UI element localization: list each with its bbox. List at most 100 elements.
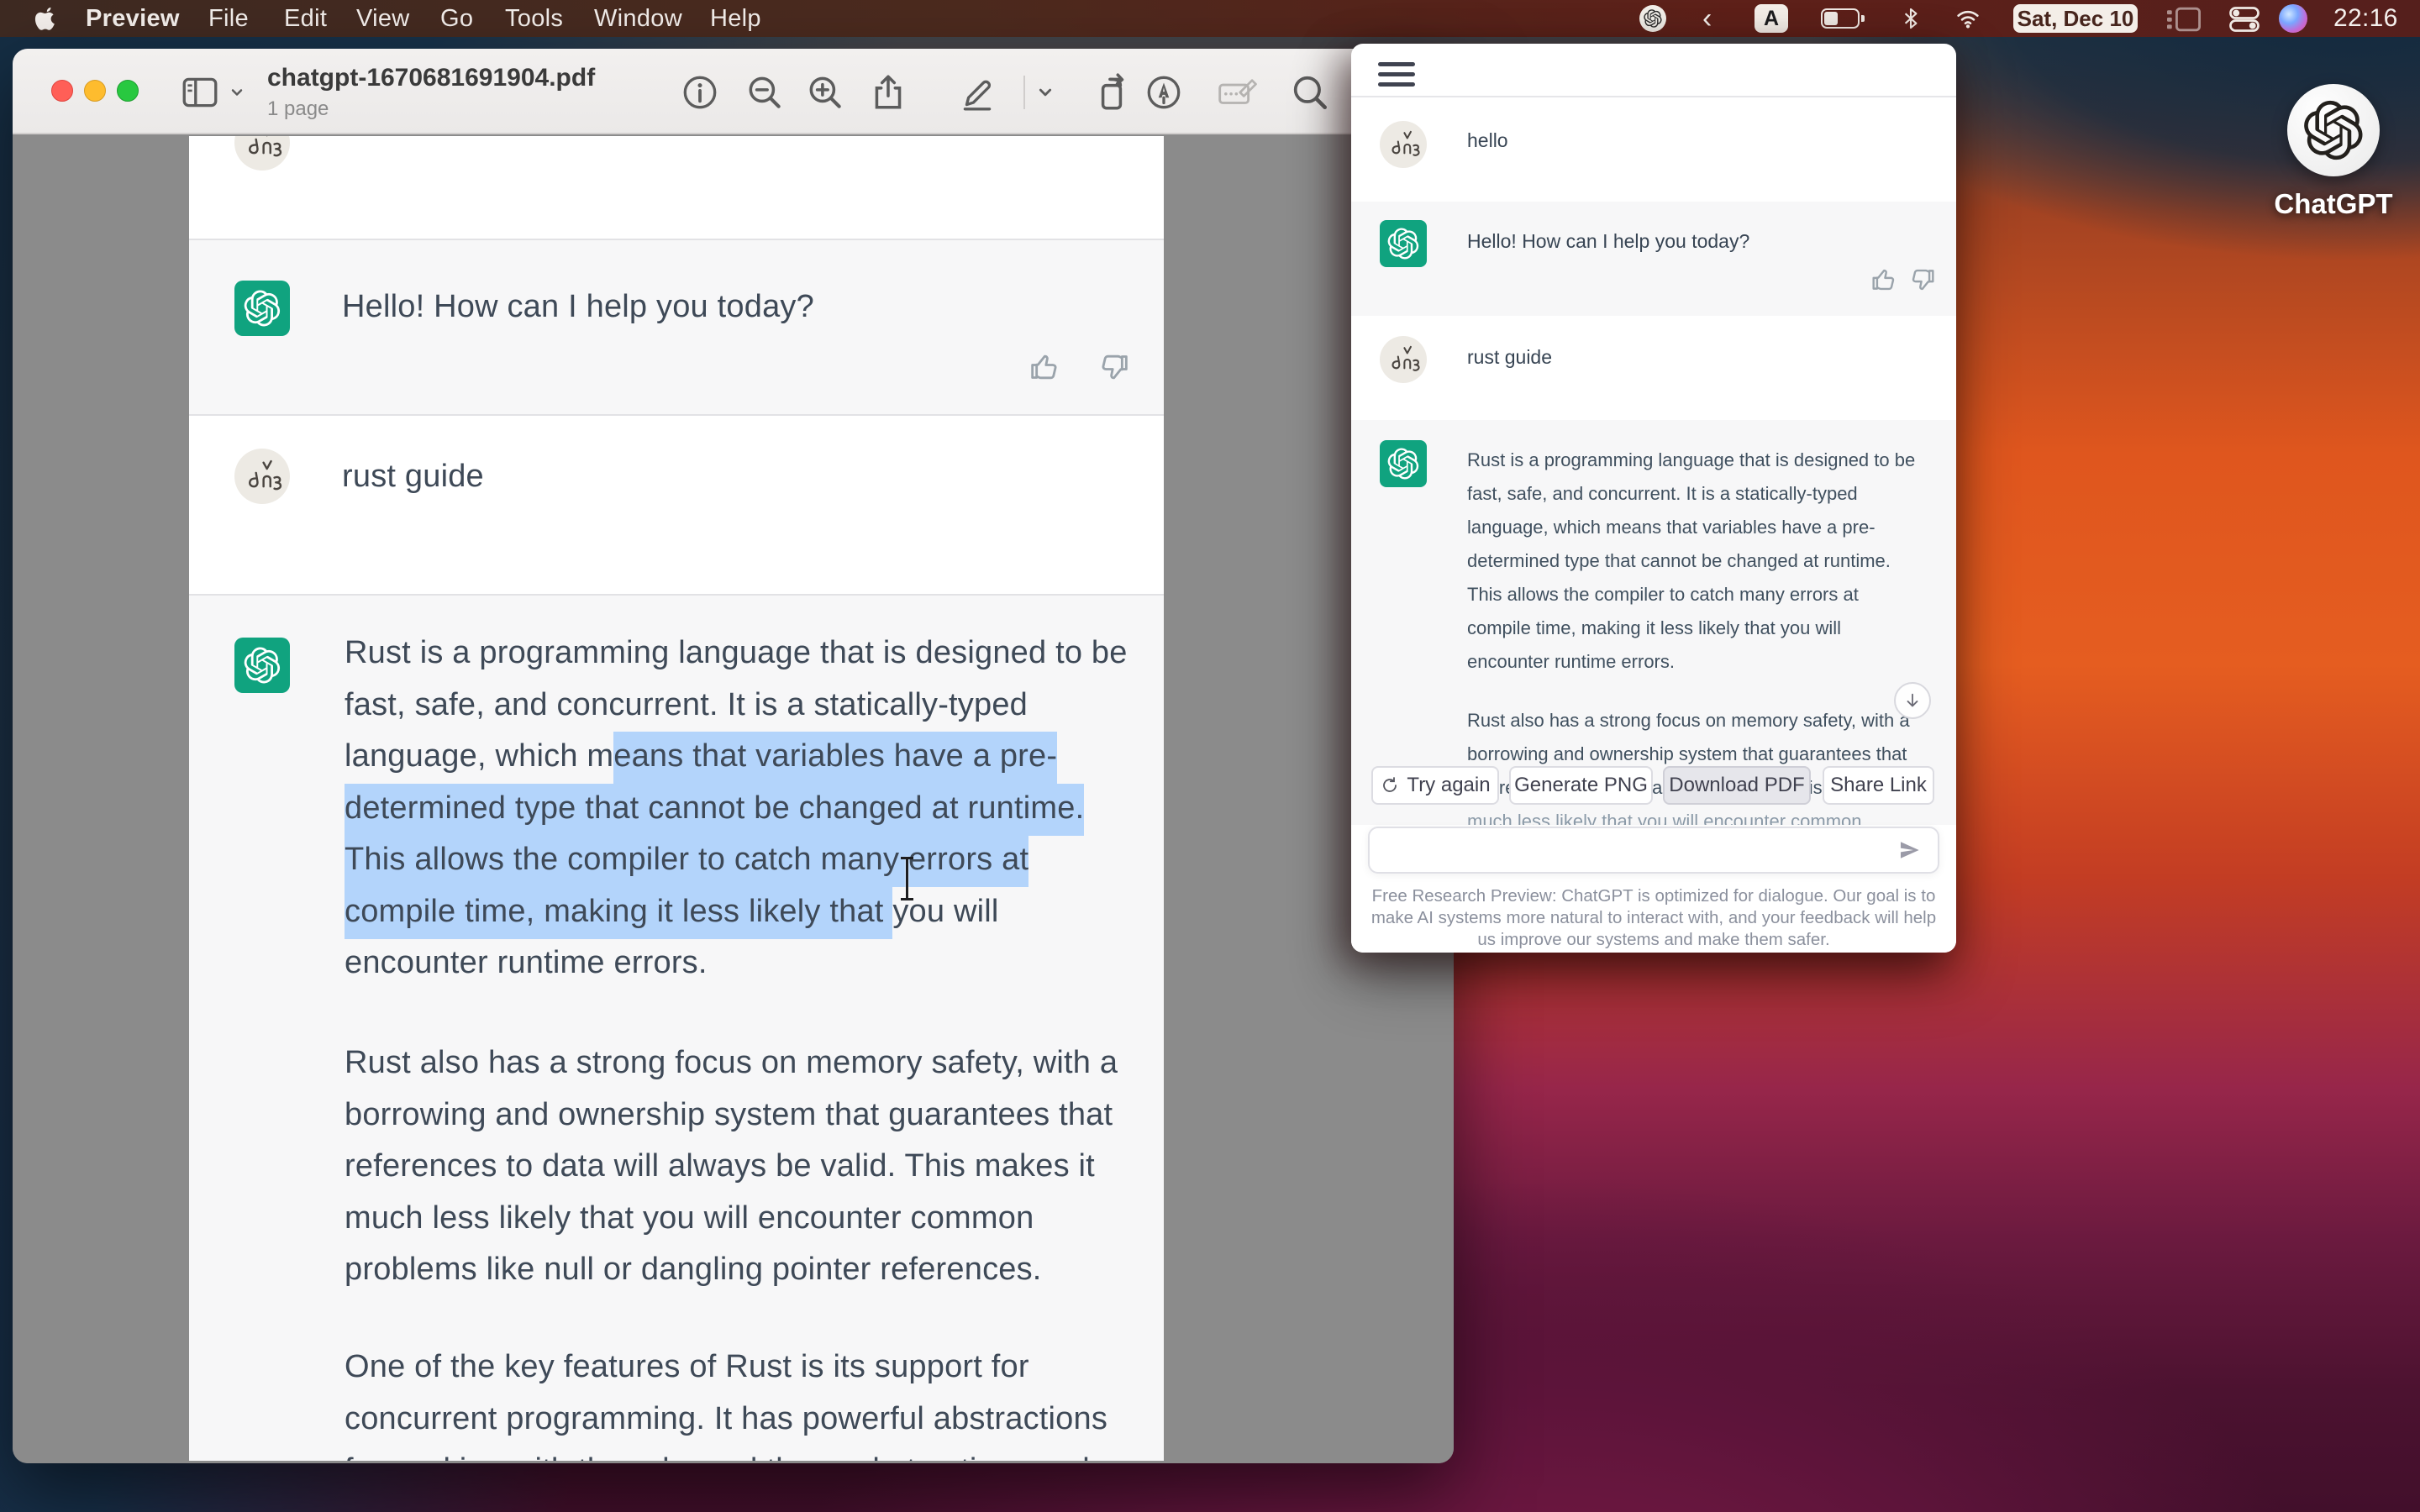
- chatgpt-avatar: [1380, 220, 1427, 267]
- user-hello-text: hello: [1467, 129, 1508, 152]
- try-again-button[interactable]: Try again: [1371, 766, 1499, 805]
- pdf-line: concurrent programming. It has powerful …: [345, 1394, 1117, 1446]
- text-selection: compile time, making it less likely that: [345, 887, 892, 939]
- menu-item-window[interactable]: Window: [594, 0, 682, 37]
- siri-icon[interactable]: [2279, 4, 2307, 33]
- export-line: fast, safe, and concurrent. It is a stat…: [1467, 477, 1915, 511]
- page-count: 1 page: [267, 97, 595, 121]
- menu-date[interactable]: Sat, Dec 10: [2013, 4, 2138, 33]
- header-divider: [1351, 96, 1956, 97]
- window-title: chatgpt-1670681691904.pdf: [267, 64, 595, 92]
- export-line: encounter runtime errors.: [1467, 645, 1915, 679]
- pdf-paragraph-3: One of the key features of Rust is its s…: [345, 1341, 1117, 1461]
- stage-manager-icon[interactable]: [2165, 7, 2202, 36]
- pdf-line: language, which means that variables hav…: [345, 731, 1128, 783]
- chatgpt-avatar: [234, 638, 290, 693]
- chatgpt-desktop-icon-label[interactable]: ChatGPT: [2241, 188, 2420, 220]
- input-source-badge[interactable]: A: [1754, 4, 1788, 33]
- send-icon[interactable]: [1897, 838, 1921, 862]
- scroll-to-bottom-button[interactable]: [1894, 682, 1931, 719]
- window-title-block: chatgpt-1670681691904.pdf 1 page: [267, 64, 595, 121]
- text-cursor: [899, 857, 914, 900]
- user-avatar: [234, 136, 290, 171]
- search-icon[interactable]: [1289, 71, 1331, 113]
- menu-item-go[interactable]: Go: [440, 0, 473, 37]
- pdf-line: compile time, making it less likely that…: [345, 886, 1128, 938]
- share-link-button[interactable]: Share Link: [1823, 766, 1934, 805]
- thumbs-up-icon[interactable]: [1027, 350, 1060, 384]
- text-selection: This allows the compiler to catch many e…: [345, 835, 1028, 887]
- pdf-line: fast, safe, and concurrent. It is a stat…: [345, 680, 1128, 732]
- pdf-line: determined type that cannot be changed a…: [345, 783, 1128, 835]
- export-line: language, which means that variables hav…: [1467, 511, 1915, 544]
- thumbs-up-icon[interactable]: [1869, 265, 1897, 294]
- markup-chevron-icon[interactable]: [1031, 71, 1060, 113]
- rotate-icon[interactable]: [1091, 71, 1133, 113]
- wifi-icon[interactable]: [1951, 5, 1985, 36]
- close-button[interactable]: [51, 80, 73, 102]
- pdf-view[interactable]: Hello! How can I help you today? rust gu…: [13, 136, 1454, 1463]
- menu-item-file[interactable]: File: [208, 0, 249, 37]
- toolbar-divider: [1023, 76, 1025, 109]
- zoom-window-button[interactable]: [117, 80, 139, 102]
- export-line: Rust is a programming language that is d…: [1467, 444, 1915, 477]
- minimize-button[interactable]: [84, 80, 106, 102]
- menu-app-name[interactable]: Preview: [86, 0, 180, 37]
- export-paragraph-1: Rust is a programming language that is d…: [1467, 444, 1915, 679]
- user-avatar: [1380, 336, 1427, 383]
- assistant-greeting-text: Hello! How can I help you today?: [342, 289, 814, 325]
- pdf-line: borrowing and ownership system that guar…: [345, 1089, 1118, 1142]
- markup-pencil-icon[interactable]: [956, 71, 998, 113]
- pdf-line: much less likely that you will encounter…: [345, 1193, 1118, 1245]
- pdf-line: problems like null or dangling pointer r…: [345, 1244, 1118, 1296]
- assistant-message-row: [1351, 202, 1956, 316]
- fill-sign-icon[interactable]: [1218, 71, 1260, 113]
- menu-item-edit[interactable]: Edit: [284, 0, 327, 37]
- chatgpt-status-icon[interactable]: [1639, 5, 1666, 32]
- export-line: determined type that cannot be changed a…: [1467, 544, 1915, 578]
- menu-item-view[interactable]: View: [356, 0, 410, 37]
- user-avatar: [1380, 121, 1427, 168]
- export-line: This allows the compiler to catch many e…: [1467, 578, 1915, 612]
- control-center-icon[interactable]: [2229, 7, 2260, 36]
- pdf-line: references to data will always be valid.…: [345, 1141, 1118, 1193]
- user-prompt-text: rust guide: [342, 459, 484, 495]
- menu-item-help[interactable]: Help: [710, 0, 761, 37]
- text-selection: eans that variables have a pre-: [613, 732, 1057, 784]
- menu-time[interactable]: 22:16: [2333, 0, 2398, 37]
- generate-png-button[interactable]: Generate PNG: [1509, 766, 1653, 805]
- hamburger-menu-icon[interactable]: [1378, 62, 1415, 87]
- apple-menu-icon[interactable]: [34, 0, 59, 37]
- thumbs-down-icon[interactable]: [1909, 265, 1938, 294]
- preview-window: chatgpt-1670681691904.pdf 1 page: [13, 49, 1454, 1463]
- chatgpt-desktop-icon[interactable]: [2287, 84, 2380, 176]
- download-pdf-button[interactable]: Download PDF: [1663, 766, 1811, 805]
- row-divider: [189, 414, 1164, 416]
- sidebar-toggle-icon[interactable]: [179, 71, 221, 113]
- chat-input[interactable]: [1368, 827, 1939, 874]
- footer-disclaimer: Free Research Preview: ChatGPT is optimi…: [1364, 885, 1944, 951]
- pdf-line: Rust is a programming language that is d…: [345, 627, 1128, 680]
- menu-item-tools[interactable]: Tools: [505, 0, 563, 37]
- pdf-line: Rust also has a strong focus on memory s…: [345, 1037, 1118, 1089]
- bluetooth-icon[interactable]: [1899, 6, 1923, 35]
- info-icon[interactable]: [679, 71, 721, 113]
- pdf-page[interactable]: Hello! How can I help you today? rust gu…: [189, 136, 1164, 1461]
- preview-titlebar[interactable]: chatgpt-1670681691904.pdf 1 page: [13, 49, 1454, 134]
- zoom-in-icon[interactable]: [804, 71, 846, 113]
- share-icon[interactable]: [867, 71, 909, 113]
- text-selection: determined type that cannot be changed a…: [345, 784, 1084, 836]
- sidebar-chevron-icon[interactable]: [224, 71, 250, 113]
- pdf-paragraph-2: Rust also has a strong focus on memory s…: [345, 1037, 1118, 1296]
- chatgpt-export-window: hello Hello! How can I help you today? r…: [1351, 44, 1956, 953]
- highlight-marker-icon[interactable]: [1143, 71, 1185, 113]
- pdf-line: encounter runtime errors.: [345, 937, 1128, 990]
- thumbs-down-icon[interactable]: [1098, 350, 1132, 384]
- chatgpt-avatar: [1380, 440, 1427, 487]
- pdf-line: for working with threads, and these abst…: [345, 1445, 1117, 1461]
- zoom-out-icon[interactable]: [744, 71, 786, 113]
- assistant-message-row: [189, 240, 1164, 414]
- menu-bar: Preview File Edit View Go Tools Window H…: [0, 0, 2420, 37]
- chevron-left-icon[interactable]: ‹: [1702, 0, 1712, 37]
- export-line: Rust also has a strong focus on memory s…: [1467, 704, 1910, 738]
